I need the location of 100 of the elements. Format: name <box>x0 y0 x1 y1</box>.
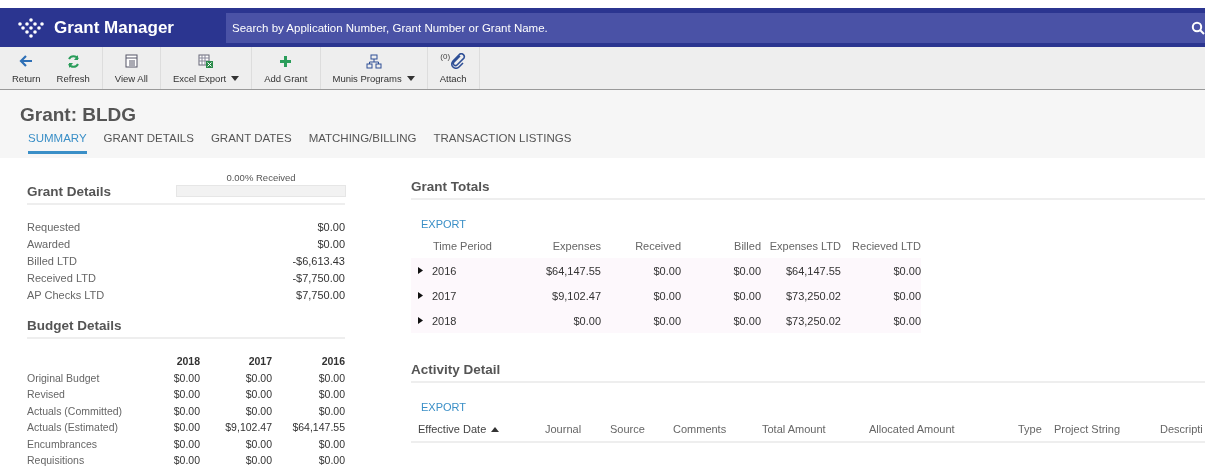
table-cell: $73,250.02 <box>761 308 841 333</box>
tab[interactable]: GRANT DETAILS <box>103 132 194 154</box>
table-cell-text: $64,147.55 <box>291 420 345 435</box>
toolbar-button[interactable]: Return <box>6 47 47 89</box>
column-header: Time Period <box>432 240 493 254</box>
table-cell-text: $0.00 <box>172 403 200 419</box>
column-header: Billed <box>733 240 761 254</box>
caret-icon <box>406 76 415 81</box>
field-label: Awarded <box>27 237 71 252</box>
toolbar-button[interactable]: View All <box>108 47 154 89</box>
table-cell: 2017 <box>432 289 457 302</box>
table-icon <box>124 54 138 68</box>
table-cell-text: $0.00 <box>317 436 345 452</box>
table-cell: $0.00 <box>601 308 681 333</box>
table-cell-text: $0.00 <box>172 453 200 468</box>
table-cell: $73,250.02 <box>761 283 841 308</box>
table-cell: $0.00 <box>681 258 761 283</box>
diamond-dots-logo-icon <box>18 17 44 38</box>
toolbar-button[interactable]: Munis Programs <box>326 47 421 89</box>
field-label: Billed LTD <box>27 254 77 269</box>
column-header: 2018 <box>175 354 200 369</box>
search-field[interactable]: Search by Application Number, Grant Number or Grant Name. <box>232 15 1191 40</box>
table-cell-text: $0.00 <box>172 436 200 452</box>
row-label: Actuals (Committed) <box>27 403 124 419</box>
toolbar-button[interactable]: (0) Attach <box>433 47 473 89</box>
field-value: -$6,613.43 <box>292 254 345 269</box>
column-header[interactable]: Effective Date <box>418 423 545 435</box>
table-cell-text: $0.00 <box>244 403 272 419</box>
table-cell-text: $0.00 <box>317 453 345 468</box>
table-cell-text: $9,102.47 <box>224 420 272 435</box>
search-bar[interactable]: Search by Application Number, Grant Number or Grant Name. <box>226 12 1205 43</box>
column-header: 2017 <box>247 354 272 369</box>
table-cell: $64,147.55 <box>521 258 601 283</box>
hierarchy-icon <box>365 53 382 69</box>
column-header[interactable]: Descripti <box>1160 423 1205 435</box>
field-label: AP Checks LTD <box>27 288 105 303</box>
toolbar-button[interactable]: Refresh <box>50 47 96 89</box>
tab[interactable]: MATCHING/BILLING <box>308 132 417 154</box>
refresh-icon <box>65 53 81 69</box>
search-icon[interactable] <box>1191 20 1205 35</box>
table-cell: $64,147.55 <box>761 258 841 283</box>
paperclip-icon <box>450 53 467 69</box>
field-label: Requested <box>27 220 81 235</box>
tab[interactable]: TRANSACTION LISTINGS <box>433 132 572 154</box>
tab[interactable]: GRANT DATES <box>210 132 292 154</box>
caret-icon <box>491 426 500 432</box>
table-cell-text: $0.00 <box>172 370 200 386</box>
expand-arrow-icon[interactable] <box>417 267 424 274</box>
section-title: Budget Details <box>27 318 122 333</box>
column-header: Received <box>634 240 681 254</box>
plus-icon <box>279 54 293 68</box>
row-label: Original Budget <box>27 370 101 386</box>
caret-icon <box>231 76 240 81</box>
table-cell: $0.00 <box>521 308 601 333</box>
field-value: $7,750.00 <box>296 288 345 303</box>
table-cell: $9,102.47 <box>521 283 601 308</box>
table-cell: $0.00 <box>841 283 921 308</box>
table-cell-text: $0.00 <box>172 387 200 402</box>
spreadsheet-export-icon <box>198 53 215 69</box>
table-cell: $0.00 <box>681 308 761 333</box>
table-cell-text: $0.00 <box>244 387 272 402</box>
column-header: Expenses LTD <box>768 240 841 254</box>
app-title: Grant Manager <box>54 17 175 38</box>
column-header[interactable]: Total Amount <box>762 423 869 435</box>
toolbar-button[interactable]: Add Grant <box>258 47 314 89</box>
field-value: $0.00 <box>317 220 345 235</box>
field-value: -$7,750.00 <box>292 271 345 286</box>
field-label: Received LTD <box>27 271 96 286</box>
section-title: Grant Totals <box>411 179 490 194</box>
column-header[interactable]: Allocated Amount <box>869 423 1018 435</box>
progress-label: 0.00% Received <box>226 172 296 183</box>
toolbar-button[interactable]: Excel Export <box>166 47 246 89</box>
column-header: Expenses <box>551 240 601 254</box>
table-cell-text: $0.00 <box>317 370 345 386</box>
table-cell: $0.00 <box>601 258 681 283</box>
back-arrow-icon <box>19 54 34 68</box>
column-header: 2016 <box>320 354 345 369</box>
section-title: Grant Details <box>27 184 112 199</box>
column-header[interactable]: Source <box>610 423 673 435</box>
table-cell: 2016 <box>432 264 457 277</box>
column-header[interactable]: Type <box>1018 423 1054 435</box>
export-link[interactable]: EXPORT <box>421 218 467 230</box>
table-cell-text: $0.00 <box>317 403 345 419</box>
export-link[interactable]: EXPORT <box>421 401 467 413</box>
table-cell-text: $0.00 <box>172 420 200 435</box>
column-header[interactable]: Comments <box>673 423 762 435</box>
table-cell: $0.00 <box>841 258 921 283</box>
page-title: Grant: BLDG <box>20 104 138 126</box>
row-label: Revised <box>27 387 66 402</box>
attachment-count: (0) <box>440 52 451 61</box>
expand-arrow-icon[interactable] <box>417 317 424 324</box>
expand-arrow-icon[interactable] <box>417 292 424 299</box>
table-cell: $0.00 <box>601 283 681 308</box>
column-header[interactable]: Journal <box>545 423 610 435</box>
table-cell-text: $0.00 <box>244 370 272 386</box>
field-value: $0.00 <box>317 237 345 252</box>
table-cell-text: $0.00 <box>244 453 272 468</box>
column-header[interactable]: Project String <box>1054 423 1160 435</box>
table-cell-text: $0.00 <box>317 387 345 402</box>
row-label: Requisitions <box>27 453 86 468</box>
